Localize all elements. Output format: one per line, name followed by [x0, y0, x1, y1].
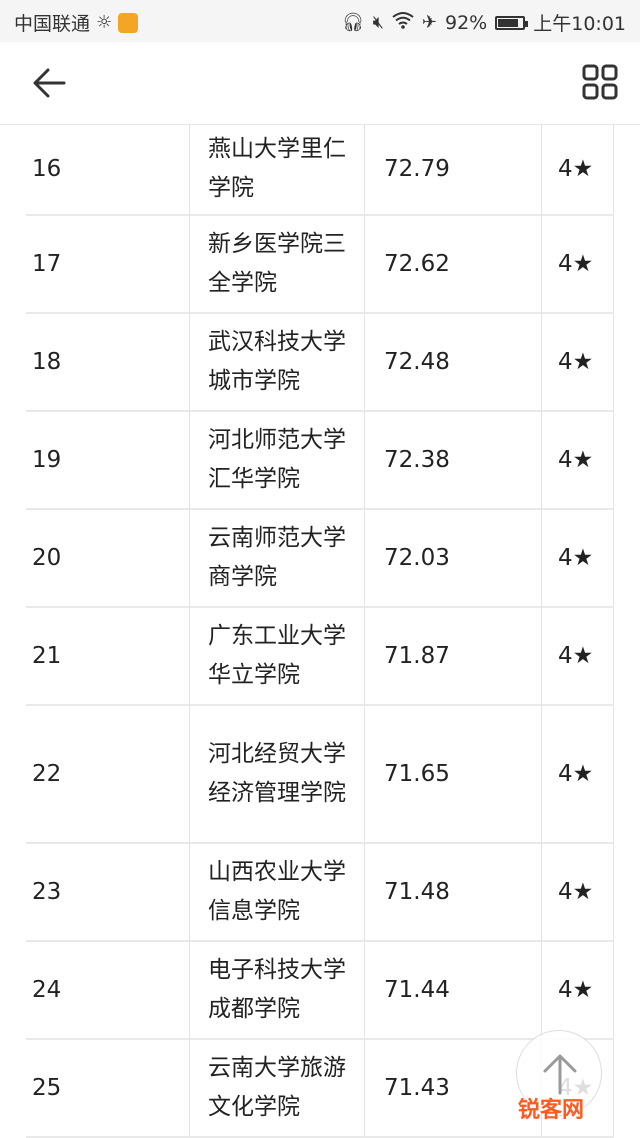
status-bar-left: 中国联通 ☼ — [14, 9, 139, 36]
mute-icon: 🔇︎ — [372, 11, 384, 33]
grid-icon — [582, 64, 618, 100]
brightness-icon: ☼ — [96, 11, 113, 33]
stars-cell: 4★ — [558, 643, 594, 669]
score-cell: 71.48 — [384, 879, 450, 905]
score-cell: 72.48 — [384, 349, 450, 375]
stars-cell: 4★ — [558, 447, 594, 473]
stars-cell: 4★ — [558, 251, 594, 277]
table-row: 22 河北经贸大学经济管理学院 71.65 4★ — [26, 706, 614, 844]
stars-cell: 4★ — [558, 545, 594, 571]
stars-cell: 4★ — [558, 977, 594, 1003]
stars-cell: 4★ — [558, 349, 594, 375]
rank-cell: 17 — [32, 251, 62, 277]
name-cell: 河北经贸大学经济管理学院 — [208, 741, 346, 806]
score-cell: 71.87 — [384, 643, 450, 669]
battery-percent: 92% — [445, 11, 488, 34]
table-row: 23 山西农业大学信息学院 71.48 4★ — [26, 844, 614, 942]
score-cell: 71.43 — [384, 1075, 450, 1101]
rank-cell: 21 — [32, 643, 62, 669]
wifi-icon — [392, 11, 414, 35]
score-cell: 71.65 — [384, 761, 450, 787]
name-cell: 电子科技大学成都学院 — [208, 957, 346, 1022]
score-cell: 71.44 — [384, 977, 450, 1003]
battery-fill — [498, 18, 519, 27]
name-cell: 武汉科技大学城市学院 — [208, 329, 346, 394]
name-cell: 山西农业大学信息学院 — [208, 859, 346, 924]
score-cell: 72.03 — [384, 545, 450, 571]
app-bar — [0, 42, 640, 125]
stars-cell: 4★ — [558, 761, 594, 787]
name-cell: 河北师范大学汇华学院 — [208, 427, 346, 492]
app-notification-icon — [118, 12, 139, 33]
table-row: 16 燕山大学里仁学院 72.79 4★ — [26, 124, 614, 216]
stars-cell: 4★ — [558, 156, 594, 182]
rank-cell: 24 — [32, 977, 62, 1003]
name-cell: 云南师范大学商学院 — [208, 525, 346, 590]
back-button[interactable] — [28, 62, 70, 104]
table-row: 24 电子科技大学成都学院 71.44 4★ — [26, 942, 614, 1040]
table-row: 21 广东工业大学华立学院 71.87 4★ — [26, 608, 614, 706]
score-cell: 72.38 — [384, 447, 450, 473]
arrow-left-icon — [33, 68, 66, 98]
grid-menu-button[interactable] — [582, 64, 618, 100]
rank-cell: 23 — [32, 879, 62, 905]
table-row: 17 新乡医学院三全学院 72.62 4★ — [26, 216, 614, 314]
rank-cell: 19 — [32, 447, 62, 473]
table-row: 19 河北师范大学汇华学院 72.38 4★ — [26, 412, 614, 510]
name-cell: 云南大学旅游文化学院 — [208, 1055, 346, 1120]
rank-cell: 18 — [32, 349, 62, 375]
airplane-icon: ✈ — [421, 11, 437, 33]
clock: 上午10:01 — [533, 13, 626, 35]
ranking-table: 16 燕山大学里仁学院 72.79 4★ 17 新乡医学院三全学院 72.62 4★ 18 武汉科… — [0, 124, 640, 1138]
score-cell: 72.79 — [384, 156, 450, 182]
name-cell: 燕山大学里仁学院 — [208, 136, 346, 201]
rank-cell: 25 — [32, 1075, 62, 1101]
rank-cell: 16 — [32, 156, 62, 182]
battery-icon — [495, 15, 529, 30]
rank-cell: 22 — [32, 761, 62, 787]
watermark-logo: 锐客网 — [518, 1098, 585, 1123]
carrier-label: 中国联通 — [14, 13, 91, 35]
status-bar: 中国联通 ☼ 🎧︎ 🔇︎ ✈ 92% 上午10:01 — [0, 0, 640, 42]
stars-cell: 4★ — [558, 879, 594, 905]
rank-cell: 20 — [32, 545, 62, 571]
status-bar-right: 🎧︎ 🔇︎ ✈ 92% 上午10:01 — [342, 9, 626, 36]
table-row: 18 武汉科技大学城市学院 72.48 4★ — [26, 314, 614, 412]
name-cell: 广东工业大学华立学院 — [208, 623, 346, 688]
table-row: 20 云南师范大学商学院 72.03 4★ — [26, 510, 614, 608]
name-cell: 新乡医学院三全学院 — [208, 231, 346, 296]
headset-icon: 🎧︎ — [341, 11, 365, 33]
score-cell: 72.62 — [384, 251, 450, 277]
